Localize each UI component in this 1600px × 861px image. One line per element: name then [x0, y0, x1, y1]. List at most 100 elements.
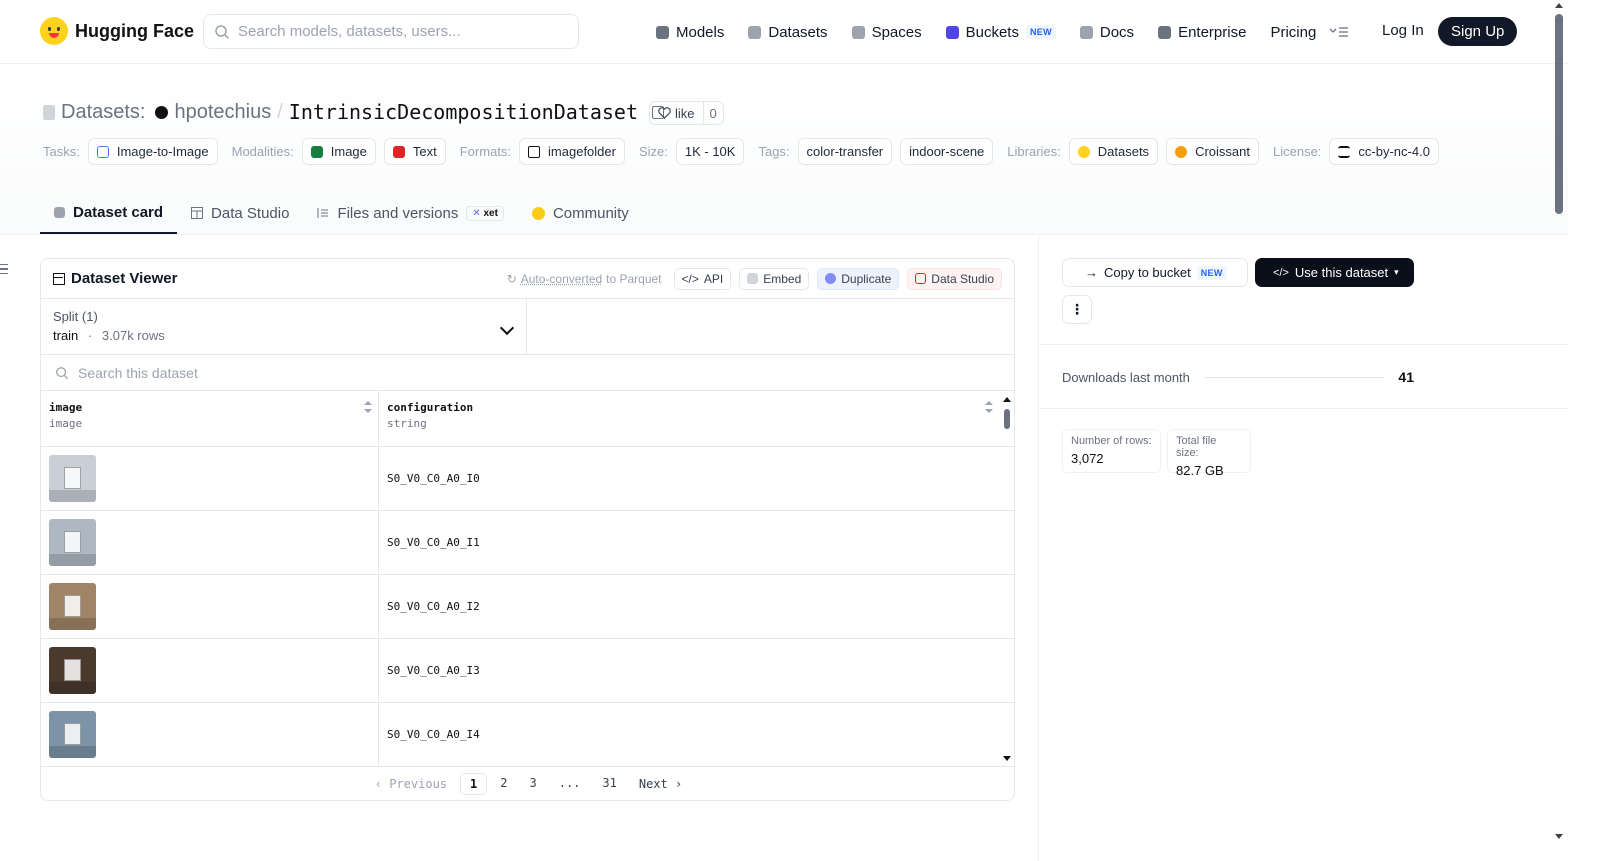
sort-icon[interactable]	[364, 401, 372, 413]
split-dropdown[interactable]: Split (1) train · 3.07k rows	[41, 299, 527, 354]
table-icon	[191, 207, 204, 219]
configuration-cell: S0_V0_C0_A0_I1	[387, 536, 480, 549]
cube-icon	[656, 25, 669, 39]
tag-library-croissant[interactable]: Croissant	[1166, 138, 1259, 165]
column-header-image[interactable]: image image	[41, 391, 379, 446]
nav-link-buckets[interactable]: Buckets NEW	[945, 18, 1056, 46]
tag-library-datasets[interactable]: Datasets	[1068, 138, 1159, 165]
like-count: 0	[702, 102, 723, 124]
embed-button[interactable]: Embed	[739, 267, 810, 290]
pagination-page[interactable]: 1	[460, 772, 488, 795]
auto-converted-link[interactable]: Auto-converted	[521, 272, 602, 286]
nav-link-spaces[interactable]: Spaces	[851, 18, 922, 46]
new-badge: NEW	[1025, 25, 1056, 39]
dataset-tags: Tasks: Image-to-Image Modalities: Image …	[43, 138, 1447, 165]
tag-size[interactable]: 1K - 10K	[675, 138, 745, 165]
like-button[interactable]: like 0	[649, 101, 724, 125]
global-search	[203, 14, 579, 49]
scroll-up-icon[interactable]	[1003, 397, 1011, 402]
toc-toggle-icon[interactable]	[0, 264, 8, 274]
image-to-image-icon	[96, 145, 109, 158]
login-link[interactable]: Log In	[1382, 22, 1424, 39]
breadcrumb-section[interactable]: Datasets:	[61, 101, 145, 124]
table-body: S0_V0_C0_A0_I0 S0_V0_C0_A0_I1 S0_V0_C0_A0_…	[41, 447, 1014, 767]
pagination-page[interactable]: 31	[593, 773, 625, 795]
table-row[interactable]: S0_V0_C0_A0_I1	[41, 511, 1014, 575]
breadcrumb-separator: /	[277, 100, 283, 123]
tag-format[interactable]: imagefolder	[519, 138, 625, 165]
table-row[interactable]: S0_V0_C0_A0_I3	[41, 639, 1014, 703]
dataset-name[interactable]: IntrinsicDecompositionDataset	[289, 100, 638, 124]
column-header-configuration[interactable]: configuration string	[379, 391, 999, 446]
use-this-dataset-button[interactable]: </> Use this dataset ▾	[1255, 258, 1414, 287]
tag-modality-text[interactable]: Text	[383, 138, 446, 165]
table-row[interactable]: S0_V0_C0_A0_I0	[41, 447, 1014, 511]
tab-data-studio[interactable]: Data Studio	[177, 192, 303, 234]
stat-file-size: Total file size: 82.7 GB	[1167, 429, 1251, 478]
book-icon	[1079, 25, 1093, 39]
nav-links: Models Datasets Spaces Buckets NEW Docs Enterp…	[656, 18, 1340, 46]
nav-link-datasets[interactable]: Datasets	[748, 18, 828, 46]
sort-icon[interactable]	[985, 401, 993, 413]
tag-indoor-scene[interactable]: indoor-scene	[900, 138, 994, 165]
image-thumbnail[interactable]	[49, 711, 96, 758]
image-thumbnail[interactable]	[49, 455, 96, 502]
split-label: Split (1)	[53, 309, 98, 324]
tab-files-and-versions[interactable]: Files and versions ✕ xet	[303, 192, 518, 234]
pagination-page[interactable]: 3	[520, 773, 545, 795]
image-cell	[41, 447, 379, 510]
scroll-thumb[interactable]	[1004, 409, 1010, 429]
embed-icon	[747, 273, 759, 284]
table-row[interactable]: S0_V0_C0_A0_I2	[41, 575, 1014, 639]
tag-modality-image[interactable]: Image	[301, 138, 376, 165]
tasks-label: Tasks:	[43, 144, 80, 159]
tag-color-transfer[interactable]: color-transfer	[797, 138, 893, 165]
search-icon	[215, 24, 230, 39]
pagination-previous[interactable]: ‹ Previous	[366, 774, 456, 794]
page-scroll-down-icon[interactable]	[1555, 834, 1563, 839]
configuration-cell: S0_V0_C0_A0_I3	[387, 664, 480, 677]
owner-avatar[interactable]	[155, 105, 169, 119]
table-row[interactable]: S0_V0_C0_A0_I4	[41, 703, 1014, 767]
new-badge: NEW	[1196, 265, 1227, 280]
chevron-down-icon: ▾	[1394, 267, 1399, 277]
api-button[interactable]: </> API	[673, 267, 732, 290]
nav-link-models[interactable]: Models	[656, 18, 724, 46]
tab-community[interactable]: Community	[518, 192, 643, 234]
global-search-input[interactable]	[238, 23, 558, 40]
nav-link-pricing[interactable]: Pricing	[1270, 18, 1316, 46]
nav-link-enterprise[interactable]: Enterprise	[1158, 18, 1246, 46]
image-thumbnail[interactable]	[49, 519, 96, 566]
tab-dataset-card[interactable]: Dataset card	[40, 192, 178, 234]
institution-icon	[1338, 145, 1351, 158]
duplicate-button[interactable]: Duplicate	[817, 267, 900, 290]
formats-label: Formats:	[459, 144, 512, 159]
page-scrollbar[interactable]	[1555, 14, 1563, 214]
nav-link-docs[interactable]: Docs	[1079, 18, 1134, 46]
tag-license[interactable]: cc-by-nc-4.0	[1329, 138, 1439, 165]
scroll-down-icon[interactable]	[1003, 756, 1011, 761]
dataset-search	[41, 355, 1014, 391]
copy-to-bucket-button[interactable]: → Copy to bucket NEW	[1062, 258, 1248, 287]
signup-button[interactable]: Sign Up	[1438, 17, 1518, 46]
breadcrumb-owner[interactable]: hpotechius	[174, 101, 271, 124]
pagination-next[interactable]: Next ›	[630, 774, 691, 794]
pagination-pages: 1 2 3... 31	[460, 772, 626, 795]
page-scroll-up-icon[interactable]	[1555, 3, 1563, 8]
configuration-cell: S0_V0_C0_A0_I0	[387, 472, 480, 485]
image-thumbnail[interactable]	[49, 583, 96, 630]
size-label: Size:	[638, 144, 668, 159]
data-studio-button[interactable]: Data Studio	[907, 267, 1002, 290]
pagination-page[interactable]: 2	[491, 773, 516, 795]
split-rows: 3.07k rows	[101, 328, 165, 343]
downloads-sparkline	[1203, 376, 1385, 378]
dataset-search-input[interactable]	[78, 364, 678, 381]
image-cell	[41, 639, 379, 702]
viewer-actions: ↻ Auto-converted to Parquet </> API Embed…	[507, 267, 1002, 290]
image-thumbnail[interactable]	[49, 647, 96, 694]
brand-logo[interactable]: Hugging Face	[40, 17, 194, 45]
more-options-button[interactable]: ⋮	[1062, 295, 1092, 324]
tag-task[interactable]: Image-to-Image	[87, 138, 218, 165]
table-scrollbar[interactable]	[1000, 391, 1014, 765]
more-menu-button[interactable]	[1329, 18, 1349, 46]
